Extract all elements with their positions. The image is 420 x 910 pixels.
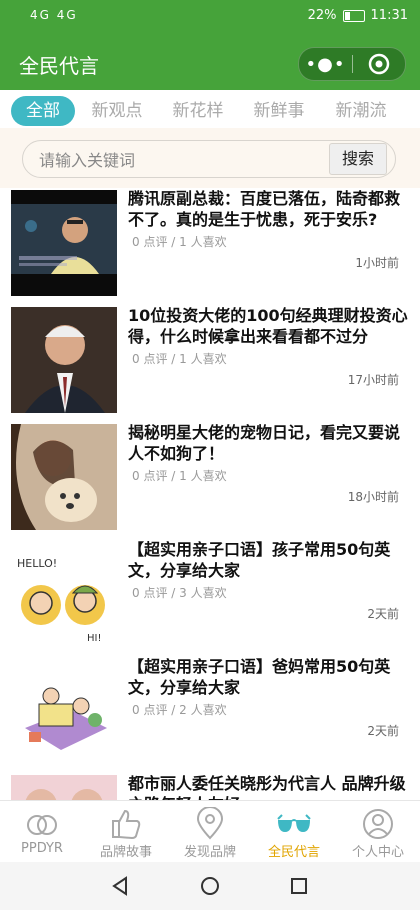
category-tabs: 全部 新观点 新花样 新鲜事 新潮流 bbox=[0, 90, 420, 128]
article-thumbnail bbox=[11, 307, 117, 413]
mini-program-capsule: •●• bbox=[298, 47, 406, 81]
article-title: 【超实用亲子口语】孩子常用50句英文，分享给大家 bbox=[128, 540, 391, 580]
article-time: 2天前 bbox=[367, 607, 399, 621]
article-title: 揭秘明星大佬的宠物日记，看完又要说人不如狗了！ bbox=[128, 423, 401, 463]
list-item[interactable]: 10位投资大佬的100句经典理财投资心得，什么时候拿出来看看都不过分 0 点评 … bbox=[0, 305, 420, 422]
list-item[interactable]: 揭秘明星大佬的宠物日记，看完又要说人不如狗了！ 0 点评 / 1 人喜欢 18小… bbox=[0, 422, 420, 539]
list-item[interactable]: 腾讯原副总裁：百度已落伍，陆奇都救不了。真的是生于忧患，死于安乐? 0 点评 /… bbox=[0, 188, 420, 305]
system-nav-bar bbox=[0, 862, 420, 910]
page-title: 全民代言 bbox=[19, 54, 99, 78]
bottom-nav: PPDYR 品牌故事 发现品牌 全民代言 个人中心 bbox=[0, 800, 420, 863]
nav-personal-center[interactable]: 个人中心 bbox=[336, 801, 420, 863]
list-item[interactable]: HELLO! HI! 【超实用亲子口语】孩子常用50句英文，分享给大家 0 点评… bbox=[0, 539, 420, 656]
hi-caption: HI! bbox=[87, 633, 101, 644]
glasses-icon bbox=[277, 814, 311, 832]
search-area: 搜索 bbox=[0, 128, 420, 188]
status-right: 22% 11:31 bbox=[308, 8, 408, 23]
rings-icon bbox=[27, 815, 57, 835]
location-pin-icon bbox=[196, 807, 224, 840]
nav-label: 个人中心 bbox=[351, 845, 404, 860]
article-thumbnail: HELLO! HI! bbox=[11, 541, 117, 647]
nav-discover-brand[interactable]: 发现品牌 bbox=[168, 801, 252, 863]
search-input[interactable] bbox=[37, 145, 321, 175]
article-thumbnail bbox=[11, 658, 117, 764]
hello-caption: HELLO! bbox=[17, 557, 57, 570]
battery-icon bbox=[342, 9, 365, 22]
article-list: 腾讯原副总裁：百度已落伍，陆奇都救不了。真的是生于忧患，死于安乐? 0 点评 /… bbox=[0, 188, 420, 800]
tab-new-views[interactable]: 新观点 bbox=[84, 96, 150, 126]
battery-percent: 22% bbox=[307, 8, 337, 23]
tab-new-trends[interactable]: 新潮流 bbox=[328, 96, 394, 126]
article-meta: 0 点评 / 1 人喜欢 bbox=[132, 469, 227, 483]
tab-new-styles[interactable]: 新花样 bbox=[165, 96, 231, 126]
more-dots-icon[interactable]: •●• bbox=[299, 54, 352, 75]
nav-label: PPDYR bbox=[21, 841, 63, 856]
tab-all[interactable]: 全部 bbox=[11, 96, 75, 126]
article-title: 10位投资大佬的100句经典理财投资心得，什么时候拿出来看看都不过分 bbox=[128, 306, 408, 346]
home-icon[interactable] bbox=[200, 876, 220, 896]
article-meta: 0 点评 / 1 人喜欢 bbox=[132, 352, 227, 366]
status-bar: 4G 4G 22% 11:31 bbox=[0, 0, 420, 34]
article-title: 【超实用亲子口语】爸妈常用50句英文，分享给大家 bbox=[128, 657, 391, 697]
tab-new-things[interactable]: 新鲜事 bbox=[246, 96, 312, 126]
title-bar: 全民代言 •●• bbox=[0, 34, 420, 90]
nav-ppdyr[interactable]: PPDYR bbox=[0, 801, 84, 863]
target-icon[interactable] bbox=[353, 53, 405, 75]
search-button[interactable]: 搜索 bbox=[329, 143, 387, 175]
article-thumbnail bbox=[11, 190, 117, 296]
nav-endorse[interactable]: 全民代言 bbox=[252, 801, 336, 863]
nav-brand-story[interactable]: 品牌故事 bbox=[84, 801, 168, 863]
list-item[interactable]: 都市丽人委任关晓彤为代言人 品牌升级之路年轻人友好 bbox=[0, 773, 420, 800]
search-box: 搜索 bbox=[22, 140, 396, 178]
back-icon[interactable] bbox=[110, 876, 130, 896]
thumbs-up-icon bbox=[112, 809, 141, 840]
nav-label: 全民代言 bbox=[267, 845, 320, 860]
signal-indicator: 4G 4G bbox=[30, 8, 78, 22]
article-time: 1小时前 bbox=[355, 256, 399, 270]
article-time: 17小时前 bbox=[347, 373, 399, 387]
clock: 11:31 bbox=[370, 8, 408, 23]
article-title: 都市丽人委任关晓彤为代言人 品牌升级之路年轻人友好 bbox=[128, 774, 406, 800]
article-meta: 0 点评 / 1 人喜欢 bbox=[132, 235, 227, 249]
article-thumbnail bbox=[11, 775, 117, 800]
article-meta: 0 点评 / 2 人喜欢 bbox=[132, 703, 227, 717]
nav-label: 品牌故事 bbox=[99, 845, 152, 860]
article-meta: 0 点评 / 3 人喜欢 bbox=[132, 586, 227, 600]
article-time: 18小时前 bbox=[347, 490, 399, 504]
user-icon bbox=[363, 809, 393, 839]
article-title: 腾讯原副总裁：百度已落伍，陆奇都救不了。真的是生于忧患，死于安乐? bbox=[128, 189, 401, 229]
recent-apps-icon[interactable] bbox=[290, 877, 308, 895]
article-time: 2天前 bbox=[367, 724, 399, 738]
article-thumbnail bbox=[11, 424, 117, 530]
list-item[interactable]: 【超实用亲子口语】爸妈常用50句英文，分享给大家 0 点评 / 2 人喜欢 2天… bbox=[0, 656, 420, 773]
nav-label: 发现品牌 bbox=[183, 845, 236, 860]
